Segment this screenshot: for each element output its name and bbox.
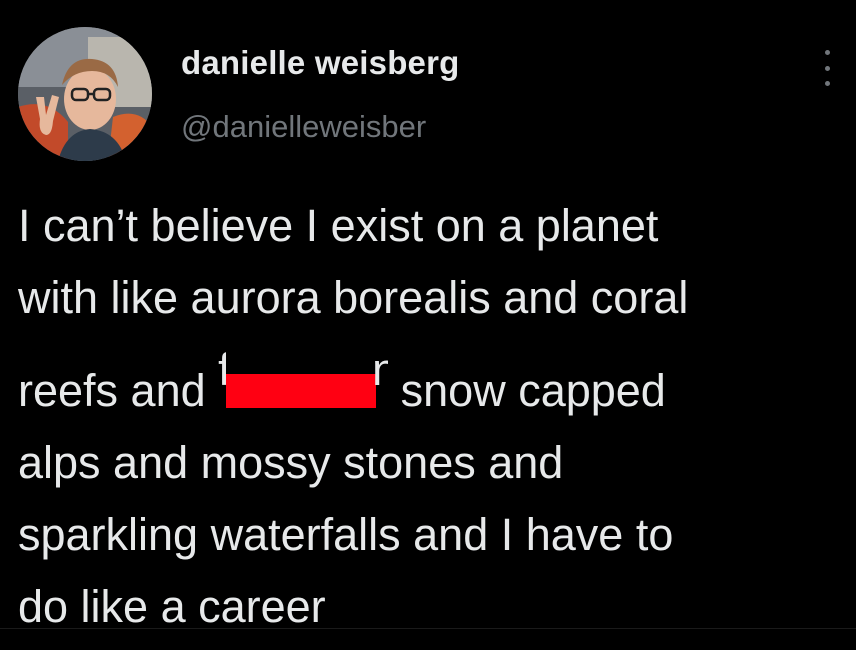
avatar[interactable]	[18, 27, 152, 161]
tweet-card: danielle weisberg @danielleweisber I can…	[0, 0, 856, 650]
tweet-text-segment: snow capped	[388, 365, 666, 416]
tweet-text: I can’t believe I exist on a planet with…	[18, 190, 848, 643]
tweet-text-line: sparkling waterfalls and I have to	[18, 509, 674, 560]
author-display-name[interactable]: danielle weisberg	[181, 44, 460, 82]
avatar-photo	[18, 27, 152, 161]
more-vertical-icon	[824, 50, 830, 55]
tweet-text-line: I can’t believe I exist on a planet	[18, 200, 659, 251]
more-vertical-icon-dot	[824, 81, 830, 86]
more-vertical-icon-dot	[824, 65, 830, 71]
author-handle[interactable]: @danielleweisber	[181, 109, 426, 145]
tweet-text-line: reefs and fn snow capped	[18, 334, 848, 427]
tweet-text-segment: reefs and	[18, 365, 219, 416]
tweet-text-line: alps and mossy stones and	[18, 437, 564, 488]
censored-fragment-start: f	[218, 344, 227, 395]
tweet-text-line: with like aurora borealis and coral	[18, 272, 689, 323]
censored-word: fn	[218, 334, 388, 427]
divider	[0, 628, 856, 629]
redaction-bar	[226, 374, 377, 408]
tweet-text-line: do like a career	[18, 581, 326, 632]
censored-fragment-end: n	[372, 344, 389, 395]
more-options-button[interactable]	[815, 44, 839, 92]
